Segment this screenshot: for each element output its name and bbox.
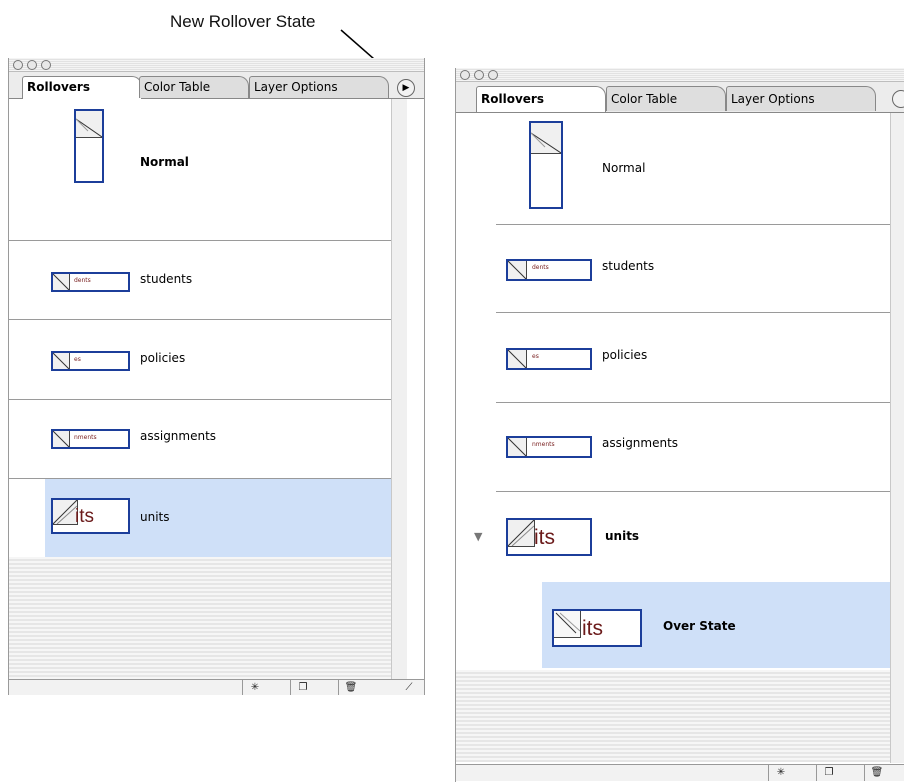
list-item-units[interactable]: ▼ its units <box>456 492 890 582</box>
tab-color-table[interactable]: Color Table <box>139 76 249 98</box>
list-item-normal[interactable]: Normal <box>496 113 890 225</box>
panel-menu-button[interactable]: ▶ <box>397 79 415 97</box>
minimize-button[interactable] <box>474 70 484 80</box>
resize-handle[interactable]: ⟋ <box>397 680 421 695</box>
list-item-students[interactable]: dents students <box>9 240 391 320</box>
slice-label: students <box>602 259 655 273</box>
tab-color-table[interactable]: Color Table <box>606 86 726 111</box>
rollovers-panel-right: Rollovers Color Table Layer Options Norm… <box>455 68 904 782</box>
disclosure-triangle-icon[interactable]: ▼ <box>474 530 482 543</box>
panel-bottom-bar: ✳ ❐ 🗑 <box>456 764 904 781</box>
state-thumbnail <box>74 109 104 183</box>
rollover-list: Normal dents students es policies nments… <box>456 113 890 673</box>
slice-thumbnail: dents <box>51 272 130 292</box>
thumbnail-text: dents <box>532 264 549 271</box>
thumbnail-text: dents <box>74 277 91 284</box>
slice-label: units <box>605 529 640 543</box>
minimize-button[interactable] <box>27 60 37 70</box>
duplicate-icon: ❐ <box>298 682 308 693</box>
trash-icon: 🗑 <box>344 682 358 693</box>
tab-layer-options[interactable]: Layer Options <box>726 86 876 111</box>
empty-list-area <box>456 670 890 762</box>
rollover-list: Normal dents students es policies nments… <box>9 99 391 695</box>
close-button[interactable] <box>460 70 470 80</box>
panel-bottom-bar: ✳ ❐ 🗑 ⟋ <box>9 679 424 695</box>
window-titlebar[interactable] <box>456 68 904 82</box>
new-state-icon: ✳ <box>776 767 786 778</box>
tab-layer-options[interactable]: Layer Options <box>249 76 389 98</box>
slice-label: policies <box>602 348 648 362</box>
list-item-units[interactable]: its units <box>45 479 391 557</box>
slice-thumbnail: its <box>506 518 592 556</box>
slice-thumbnail: es <box>51 351 130 371</box>
duplicate-icon: ❐ <box>824 767 834 778</box>
slice-label: policies <box>140 351 186 365</box>
close-button[interactable] <box>13 60 23 70</box>
slice-label: assignments <box>140 429 217 443</box>
delete-button[interactable]: 🗑 <box>338 680 363 695</box>
duplicate-button[interactable]: ❐ <box>290 680 315 695</box>
slice-thumbnail: nments <box>51 429 130 449</box>
slice-label: students <box>140 272 193 286</box>
vertical-scrollbar[interactable] <box>890 113 904 763</box>
thumbnail-text: nments <box>74 434 97 441</box>
tab-rollovers[interactable]: Rollovers <box>22 76 142 99</box>
tab-bar: Rollovers Color Table Layer Options <box>456 82 904 113</box>
state-label: Normal <box>140 155 189 169</box>
new-rollover-state-button[interactable]: ✳ <box>242 680 267 695</box>
slice-thumbnail: es <box>506 348 592 370</box>
duplicate-button[interactable]: ❐ <box>816 765 841 781</box>
list-item-over-state[interactable]: its Over State <box>542 582 890 668</box>
delete-button[interactable]: 🗑 <box>864 765 889 781</box>
rollovers-panel-left: Rollovers Color Table Layer Options ▶ No… <box>8 58 425 695</box>
new-rollover-state-button[interactable]: ✳ <box>768 765 793 781</box>
state-thumbnail: its <box>552 609 642 647</box>
state-thumbnail <box>529 121 563 209</box>
list-item-assignments[interactable]: nments assignments <box>9 399 391 479</box>
list-item-policies[interactable]: es policies <box>9 319 391 400</box>
slice-thumbnail: dents <box>506 259 592 281</box>
trash-icon: 🗑 <box>870 767 884 778</box>
slice-label: assignments <box>602 436 679 450</box>
list-item-students[interactable]: dents students <box>496 224 890 313</box>
slice-thumbnail: its <box>51 498 130 534</box>
list-item-assignments[interactable]: nments assignments <box>496 402 890 492</box>
vertical-scrollbar[interactable] <box>391 99 407 679</box>
tab-rollovers[interactable]: Rollovers <box>476 86 606 112</box>
panel-menu-button[interactable] <box>892 90 904 108</box>
state-label: Normal <box>602 161 646 175</box>
thumbnail-text: its <box>534 526 555 549</box>
thumbnail-text: es <box>532 353 539 360</box>
zoom-button[interactable] <box>488 70 498 80</box>
slice-label: units <box>140 510 170 524</box>
slice-thumbnail: nments <box>506 436 592 458</box>
thumbnail-text: nments <box>532 441 555 448</box>
zoom-button[interactable] <box>41 60 51 70</box>
state-label: Over State <box>663 619 736 633</box>
thumbnail-text: its <box>75 506 94 527</box>
thumbnail-text: its <box>582 617 603 640</box>
thumbnail-text: es <box>74 356 81 363</box>
list-item-policies[interactable]: es policies <box>496 312 890 403</box>
tab-bar: Rollovers Color Table Layer Options ▶ <box>9 72 424 99</box>
list-item-normal[interactable]: Normal <box>9 99 391 241</box>
new-state-icon: ✳ <box>250 682 260 693</box>
empty-list-area <box>9 557 391 695</box>
window-titlebar[interactable] <box>9 58 424 72</box>
